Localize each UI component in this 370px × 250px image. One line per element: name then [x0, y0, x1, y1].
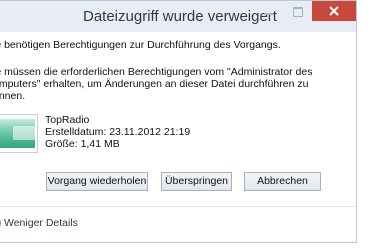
maximize-button[interactable] [285, 1, 311, 21]
skip-button[interactable]: Überspringen [161, 172, 232, 191]
file-access-denied-dialog: Dateizugriff wurde verweigert ie benötig… [0, 0, 357, 243]
window-title: Dateizugriff wurde verweigert [83, 8, 277, 25]
permission-detail-line-1: ie müssen die erforderlichen Berechtigun… [0, 66, 313, 78]
file-thumbnail-image [0, 119, 35, 148]
file-size: Größe: 1,41 MB [45, 138, 120, 150]
permission-message: ie benötigen Berechtigungen zur Durchfüh… [0, 39, 281, 51]
close-button[interactable] [312, 1, 356, 21]
permission-detail-line-2: omputers" erhalten, um Änderungen an die… [0, 78, 309, 90]
less-details-label: Weniger Details [4, 217, 78, 229]
file-thumbnail-panel [13, 126, 35, 140]
page: Dateizugriff wurde verweigert ie benötig… [0, 0, 370, 250]
footer-divider [0, 206, 356, 207]
close-icon [329, 6, 339, 16]
minimize-icon [264, 13, 273, 15]
retry-button[interactable]: Vorgang wiederholen [46, 172, 148, 191]
permission-detail-line-3: önnen. [0, 90, 26, 102]
chevron-up-icon [0, 217, 1, 229]
file-created-date: Erstelldatum: 23.11.2012 21:19 [45, 126, 191, 138]
title-bar: Dateizugriff wurde verweigert [0, 1, 356, 32]
cancel-button[interactable]: Abbrechen [244, 172, 321, 191]
file-thumbnail [0, 114, 38, 153]
maximize-icon [293, 7, 303, 17]
minimize-button[interactable] [256, 1, 282, 21]
file-name: TopRadio [45, 114, 90, 126]
